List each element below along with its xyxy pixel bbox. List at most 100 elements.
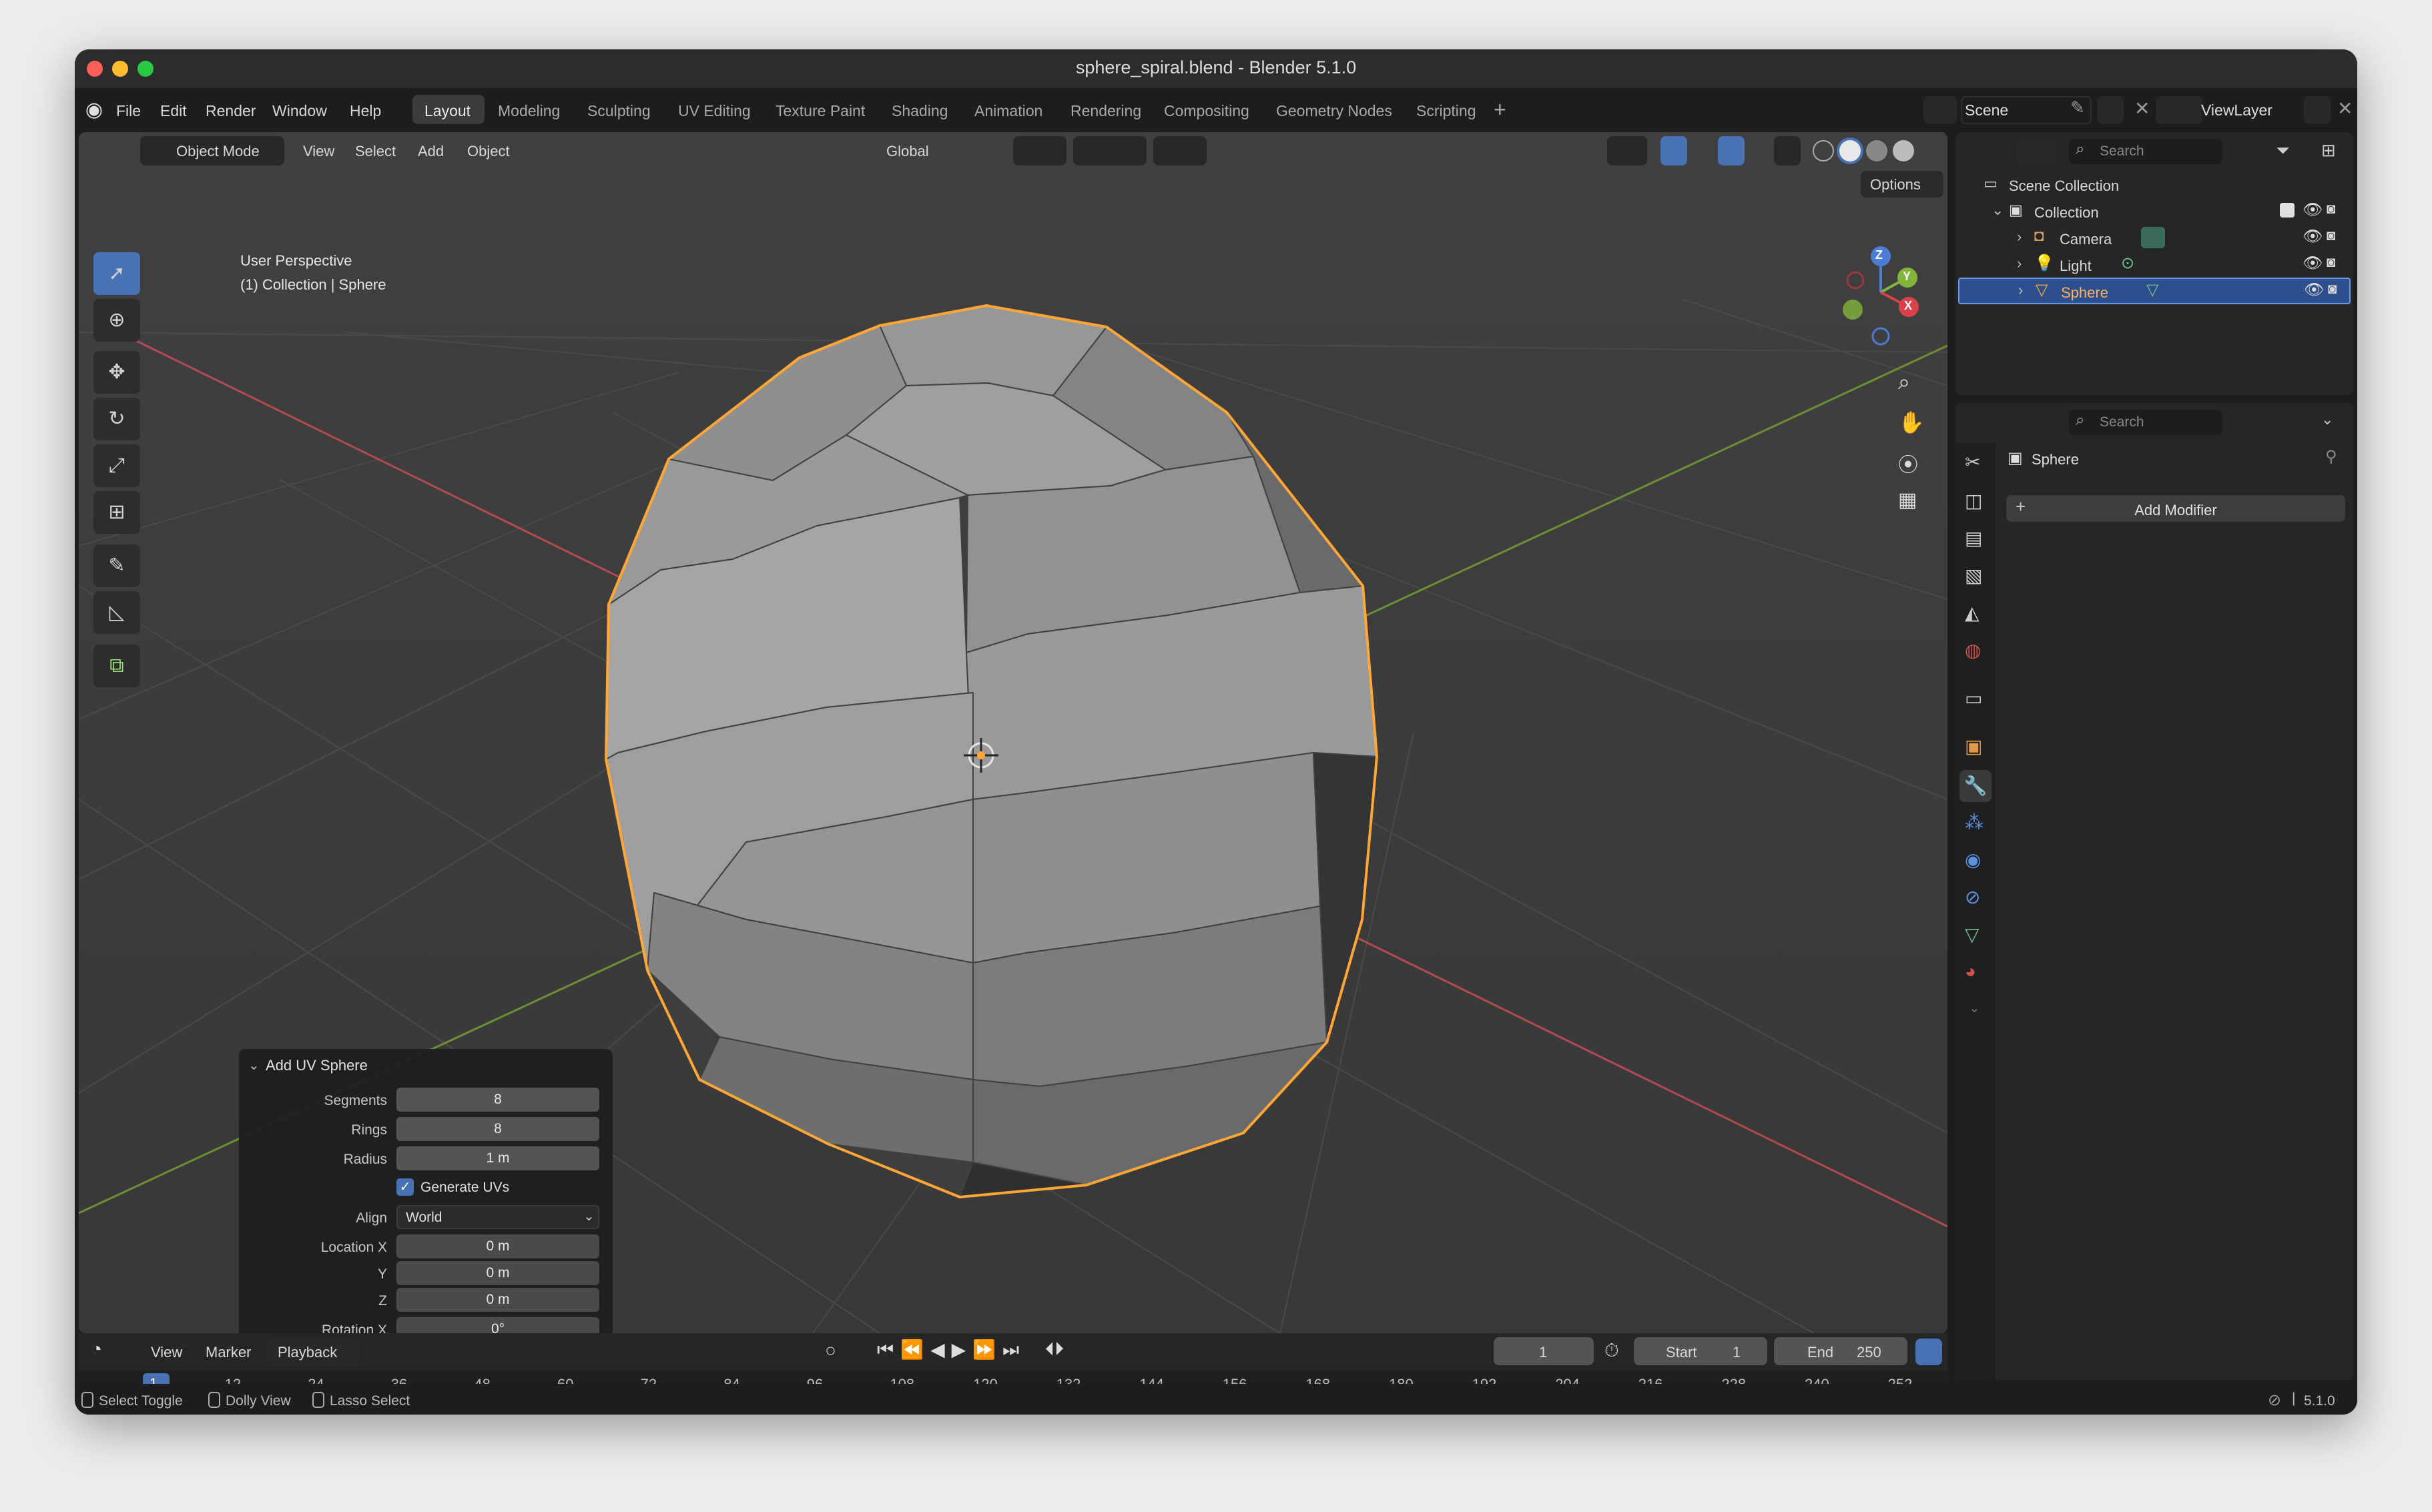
tab-sculpting[interactable]: Sculpting bbox=[587, 102, 651, 120]
camera-render-icon[interactable]: ◙ bbox=[2327, 200, 2335, 218]
stopwatch-icon[interactable]: ⏱ bbox=[1604, 1340, 1619, 1362]
blender-logo-icon[interactable]: ◉ bbox=[81, 97, 107, 123]
expand-chevron-icon[interactable]: › bbox=[2017, 228, 2022, 246]
editor-type-icon[interactable] bbox=[92, 137, 132, 164]
light-data-icon[interactable]: ⊙ bbox=[2121, 254, 2134, 273]
rotation-x-field[interactable]: 0° bbox=[396, 1317, 599, 1333]
collection-tab-icon[interactable]: ▭ bbox=[1965, 687, 1982, 709]
overlay-toggle-icon[interactable] bbox=[1718, 136, 1745, 165]
camera-data-icon[interactable] bbox=[2141, 227, 2165, 248]
display-mode-icon[interactable] bbox=[2016, 139, 2056, 165]
render-tab-icon[interactable]: ◫ bbox=[1965, 490, 1982, 512]
timeline-menu-view[interactable]: View bbox=[151, 1344, 182, 1361]
location-y-field[interactable]: 0 m bbox=[396, 1261, 599, 1285]
network-off-icon[interactable]: ⊘ bbox=[2268, 1391, 2281, 1410]
expand-chevron-icon[interactable]: › bbox=[2017, 255, 2022, 272]
transform-tool[interactable]: ⊞ bbox=[93, 491, 140, 534]
tab-shading[interactable]: Shading bbox=[892, 102, 948, 120]
rotate-tool[interactable]: ↻ bbox=[93, 398, 140, 440]
rendered-shading-icon[interactable] bbox=[1893, 140, 1914, 161]
location-x-field[interactable]: 0 m bbox=[396, 1234, 599, 1258]
add-cube-tool[interactable]: ⧉ bbox=[93, 645, 140, 687]
solid-shading-icon[interactable] bbox=[1839, 140, 1861, 161]
outliner-search[interactable] bbox=[2069, 139, 2222, 164]
collapse-chevron-icon[interactable]: ⌄ bbox=[248, 1057, 260, 1074]
menu-help[interactable]: Help bbox=[350, 102, 381, 120]
add-workspace-icon[interactable]: + bbox=[1494, 97, 1506, 122]
tab-uv-editing[interactable]: UV Editing bbox=[678, 102, 751, 120]
menu-file[interactable]: File bbox=[116, 102, 141, 120]
material-tab-icon[interactable]: ◕ bbox=[1965, 961, 1976, 982]
physics-tab-icon[interactable]: ◉ bbox=[1965, 849, 1981, 871]
tab-scripting[interactable]: Scripting bbox=[1416, 102, 1476, 120]
view-layer-tab-icon[interactable]: ▧ bbox=[1965, 564, 1982, 587]
jump-keyframe-icons[interactable]: ⏴⏵ bbox=[1045, 1339, 1064, 1361]
operator-title[interactable]: Add UV Sphere bbox=[266, 1057, 368, 1074]
perspective-grid-icon[interactable]: ▦ bbox=[1898, 488, 1917, 512]
output-tab-icon[interactable]: ▤ bbox=[1965, 527, 1982, 549]
tab-layout[interactable]: Layout bbox=[424, 102, 471, 120]
eye-icon[interactable]: 👁 bbox=[2304, 280, 2324, 300]
menu-render[interactable]: Render bbox=[206, 102, 256, 120]
new-scene-icon[interactable] bbox=[2097, 96, 2124, 124]
selection-mode-icons[interactable] bbox=[92, 169, 226, 196]
constraints-tab-icon[interactable]: ⊘ bbox=[1965, 886, 1980, 908]
outliner-row-collection[interactable]: ⌄ ▣ Collection 👁 ◙ bbox=[1955, 198, 2353, 224]
tab-compositing[interactable]: Compositing bbox=[1164, 102, 1249, 120]
tab-rendering[interactable]: Rendering bbox=[1071, 102, 1141, 120]
expand-chevron-icon[interactable]: › bbox=[2018, 282, 2023, 299]
gizmo-toggle-icon[interactable] bbox=[1660, 136, 1687, 165]
more-tabs-chevron-icon[interactable]: ⌄ bbox=[1969, 1000, 1980, 1016]
xray-icon[interactable] bbox=[1774, 136, 1801, 165]
properties-editor-icon[interactable] bbox=[1966, 410, 2006, 436]
location-z-field[interactable]: 0 m bbox=[396, 1288, 599, 1312]
camera-view-icon[interactable]: ⦿ bbox=[1898, 448, 1918, 478]
object-tab-icon[interactable]: ▣ bbox=[1965, 735, 1982, 757]
camera-render-icon[interactable]: ◙ bbox=[2327, 227, 2335, 244]
properties-options-chevron-icon[interactable]: ⌄ bbox=[2321, 411, 2333, 428]
start-frame-field[interactable] bbox=[1634, 1337, 1767, 1365]
menu-select[interactable]: Select bbox=[355, 143, 396, 160]
segments-field[interactable]: 8 bbox=[396, 1088, 599, 1112]
material-shading-icon[interactable] bbox=[1866, 140, 1887, 161]
filter-icon[interactable]: ⏷ bbox=[2276, 140, 2290, 161]
eye-icon[interactable]: 👁 bbox=[2303, 227, 2323, 246]
eye-icon[interactable]: 👁 bbox=[2303, 254, 2323, 273]
pin-icon[interactable]: ⚲ bbox=[2325, 447, 2337, 466]
eye-icon[interactable]: 👁 bbox=[2303, 200, 2323, 220]
navigation-gizmo[interactable] bbox=[1841, 246, 1934, 359]
delete-view-layer-icon[interactable]: ✕ bbox=[2337, 97, 2353, 119]
rings-field[interactable]: 8 bbox=[396, 1117, 599, 1141]
menu-add[interactable]: Add bbox=[418, 143, 444, 160]
tab-modeling[interactable]: Modeling bbox=[498, 102, 560, 120]
shading-modes[interactable] bbox=[1813, 137, 1933, 164]
view-layer-selector-icon[interactable] bbox=[2156, 96, 2202, 124]
particles-tab-icon[interactable]: ⁂ bbox=[1965, 811, 1984, 833]
delete-scene-icon[interactable]: ✕ bbox=[2134, 97, 2150, 119]
scale-tool[interactable]: ⤢ bbox=[93, 444, 140, 487]
timeline-overlay-icon[interactable] bbox=[1915, 1339, 1942, 1365]
annotate-tool[interactable]: ✎ bbox=[93, 544, 140, 587]
radius-field[interactable]: 1 m bbox=[396, 1146, 599, 1170]
cursor-tool[interactable]: ⊕ bbox=[93, 299, 140, 342]
view-layer-name[interactable]: ViewLayer bbox=[2201, 101, 2272, 119]
scene-tab-icon[interactable]: ◭ bbox=[1965, 602, 1980, 624]
new-view-layer-icon[interactable] bbox=[2304, 96, 2331, 124]
menu-edit[interactable]: Edit bbox=[160, 102, 187, 120]
pin-icon[interactable]: ✎ bbox=[2070, 97, 2085, 118]
viewport-3d[interactable]: Object Mode View Select Add Object Globa… bbox=[79, 132, 1947, 1333]
measure-tool[interactable]: ◺ bbox=[93, 591, 140, 634]
menu-view[interactable]: View bbox=[303, 143, 334, 160]
mesh-data-icon[interactable]: ▽ bbox=[2146, 280, 2158, 300]
tab-geometry-nodes[interactable]: Geometry Nodes bbox=[1276, 102, 1392, 120]
pivot-icon[interactable] bbox=[1013, 136, 1067, 165]
tab-animation[interactable]: Animation bbox=[974, 102, 1042, 120]
zoom-icon[interactable]: ⌕ bbox=[1898, 370, 1910, 395]
timeline-menu-marker[interactable]: Marker bbox=[206, 1344, 251, 1361]
end-frame-field[interactable] bbox=[1774, 1337, 1907, 1365]
menu-window[interactable]: Window bbox=[272, 102, 327, 120]
timeline-editor-icon[interactable]: ◔ bbox=[91, 1339, 131, 1365]
generate-uvs-checkbox[interactable]: ✓ bbox=[396, 1178, 414, 1196]
outliner-row-camera[interactable]: › ◘ Camera 👁 ◙ bbox=[1955, 224, 2353, 251]
visibility-icon[interactable] bbox=[1607, 136, 1647, 165]
